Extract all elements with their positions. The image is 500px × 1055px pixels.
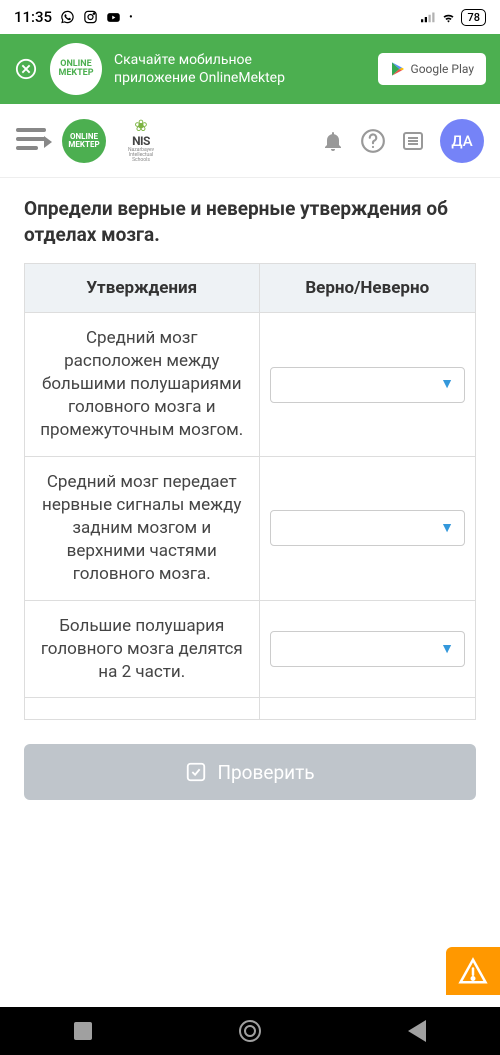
help-icon[interactable] [360, 128, 386, 154]
answer-select[interactable]: ▼ [270, 367, 465, 403]
answer-select[interactable]: ▼ [270, 631, 465, 667]
google-play-icon [390, 61, 406, 77]
statement-cell: Средний мозг расположен между большими п… [25, 313, 260, 457]
statement-cell: Средний мозг передает нервные сигналы ме… [25, 456, 260, 600]
table-header-answer: Верно/Неверно [259, 264, 475, 313]
whatsapp-icon [60, 10, 75, 25]
menu-toggle-button[interactable] [16, 128, 48, 154]
alert-tab[interactable] [446, 947, 500, 995]
answer-select[interactable]: ▼ [270, 510, 465, 546]
youtube-icon [106, 10, 121, 25]
promo-banner: ONLINEMEKTEP Скачайте мобильноеприложени… [0, 34, 500, 104]
leaf-icon: ❀ [134, 118, 147, 134]
dot-icon: • [129, 12, 133, 23]
table-row [25, 698, 476, 720]
status-bar: 11:35 • 78 [0, 0, 500, 34]
google-play-label: Google Play [411, 62, 474, 76]
statement-cell: Большие полушария головного мозга делятс… [25, 600, 260, 698]
user-avatar[interactable]: ДА [440, 119, 484, 163]
recent-apps-button[interactable] [70, 1018, 96, 1044]
table-row: Большие полушария головного мозга делятс… [25, 600, 476, 698]
google-play-button[interactable]: Google Play [378, 53, 486, 85]
question-title: Определи верные и неверные утверждения о… [24, 196, 476, 247]
chevron-down-icon: ▼ [440, 640, 454, 659]
warning-icon [458, 956, 488, 986]
table-row: Средний мозг расположен между большими п… [25, 313, 476, 457]
instagram-icon [83, 10, 98, 25]
nis-logo: ❀ NIS Nazarbayev Intellectual Schools [120, 118, 162, 163]
app-header: ONLINEMEKTEP ❀ NIS Nazarbayev Intellectu… [0, 104, 500, 178]
app-logo[interactable]: ONLINEMEKTEP [62, 119, 106, 163]
signal-icon [421, 10, 436, 25]
true-false-table: Утверждения Верно/Неверно Средний мозг р… [24, 263, 476, 720]
home-button[interactable] [237, 1018, 263, 1044]
back-button[interactable] [404, 1018, 430, 1044]
bell-icon[interactable] [320, 128, 346, 154]
check-icon [185, 761, 207, 783]
question-content: Определи верные и неверные утверждения о… [0, 178, 500, 818]
chevron-down-icon: ▼ [440, 375, 454, 394]
chevron-down-icon: ▼ [440, 519, 454, 538]
promo-logo: ONLINEMEKTEP [50, 43, 102, 95]
android-nav-bar [0, 1007, 500, 1055]
table-row: Средний мозг передает нервные сигналы ме… [25, 456, 476, 600]
battery-indicator: 78 [461, 9, 486, 26]
list-icon[interactable] [400, 128, 426, 154]
promo-text: Скачайте мобильноеприложение OnlineMekte… [114, 51, 366, 87]
table-header-statements: Утверждения [25, 264, 260, 313]
close-promo-button[interactable] [14, 57, 38, 81]
check-button-label: Проверить [217, 761, 314, 784]
status-time: 11:35 [14, 8, 52, 26]
wifi-icon [441, 10, 456, 25]
check-button[interactable]: Проверить [24, 744, 476, 800]
